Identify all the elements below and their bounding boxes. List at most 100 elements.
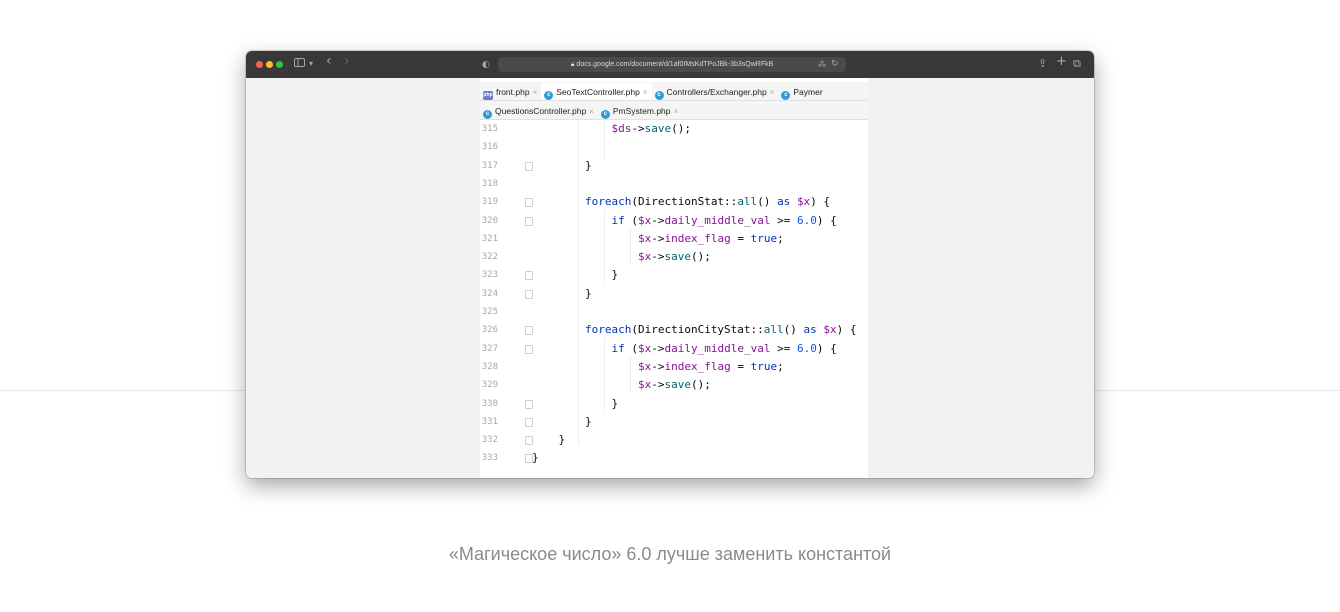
editor-tab[interactable]: c Paymer [778, 83, 826, 100]
code-token: ) { [836, 323, 857, 337]
translate-icon[interactable]: ⁂ [818, 58, 826, 72]
editor-tab-label: front.php [496, 87, 530, 97]
close-tab-icon[interactable]: × [770, 88, 775, 97]
code-line: 333} [480, 449, 868, 467]
code-text: } [532, 157, 592, 175]
address-bar[interactable]: 🔒︎ docs.google.com/document/d/1af0IMsKdTP… [498, 57, 846, 72]
code-token: } [532, 268, 619, 282]
code-token: $x [637, 378, 652, 392]
browser-window: ▾ ‹ › ◐ 🔒︎ docs.google.com/document/d/1af… [246, 51, 1094, 478]
code-text: $x->index_flag = true; [532, 358, 784, 376]
code-token: 6.0 [796, 341, 817, 355]
code-token: } [532, 286, 592, 300]
code-token: -> [651, 341, 665, 355]
code-token: save [664, 378, 691, 392]
editor-tabs-row-2: c QuestionsController.php × c PmSystem.php × [480, 101, 868, 120]
line-number: 330 [481, 398, 498, 409]
back-button[interactable]: ‹ [326, 54, 332, 68]
editor-tab-label: SeoTextController.php [556, 87, 640, 97]
code-token: index_flag [664, 231, 731, 245]
maximize-window-button[interactable] [276, 61, 283, 68]
code-token: ; [777, 359, 784, 373]
code-token: 6.0 [796, 213, 817, 227]
chevron-down-icon[interactable]: ▾ [309, 57, 313, 71]
close-tab-icon[interactable]: × [589, 107, 594, 116]
editor-tab[interactable]: c QuestionsController.php × [480, 102, 598, 119]
code-line: 316 [480, 138, 868, 156]
code-token: (); [690, 378, 711, 392]
line-number: 323 [481, 270, 498, 281]
line-number: 319 [481, 197, 498, 208]
line-number: 326 [481, 325, 498, 336]
lock-icon: 🔒︎ [570, 61, 575, 68]
code-line: 320 if ($x->daily_middle_val >= 6.0) { [480, 212, 868, 230]
code-text: $x->save(); [532, 376, 711, 394]
code-token: -> [651, 213, 665, 227]
code-editor: 315 $ds->save(); 316 317 } 318 319 foreach(D… [480, 120, 868, 478]
code-token: if [611, 213, 625, 227]
line-number: 322 [481, 252, 498, 263]
code-text: foreach(DirectionStat::all() as $x) { [532, 193, 830, 211]
code-text: $ds->save(); [532, 120, 691, 138]
code-token: $x [823, 323, 837, 337]
close-window-button[interactable] [256, 61, 263, 68]
editor-tab[interactable]: c PmSystem.php × [598, 102, 682, 119]
code-token: foreach [584, 323, 632, 337]
new-tab-icon[interactable]: + [1056, 55, 1067, 69]
code-token: save [644, 122, 672, 135]
code-token: (); [690, 250, 711, 264]
code-line: 322 $x->save(); [480, 248, 868, 266]
code-token: $x [637, 231, 652, 245]
code-line: 330 } [480, 395, 868, 413]
code-token: save [664, 250, 691, 264]
reload-icon[interactable]: ↻ [831, 57, 839, 71]
code-token: } [532, 396, 619, 410]
code-token: foreach [584, 195, 632, 209]
code-token: (DirectionCityStat:: [631, 323, 764, 337]
code-line: 315 $ds->save(); [480, 120, 868, 138]
tab-overview-icon[interactable]: ⧉ [1073, 57, 1081, 71]
browser-toolbar: ▾ ‹ › ◐ 🔒︎ docs.google.com/document/d/1af… [246, 51, 1094, 78]
code-token: all [737, 195, 758, 209]
close-tab-icon[interactable]: × [674, 107, 679, 116]
code-token: -> [631, 122, 645, 135]
forward-button[interactable]: › [344, 54, 350, 68]
code-token: $x [637, 359, 652, 373]
line-number: 329 [481, 380, 498, 391]
close-tab-icon[interactable]: × [533, 88, 538, 97]
caption: «Магическое число» 6.0 лучше заменить ко… [448, 544, 892, 564]
minimize-window-button[interactable] [266, 61, 273, 68]
privacy-shield-icon[interactable]: ◐ [482, 58, 490, 72]
code-line: 323 } [480, 266, 868, 284]
class-icon: c [654, 91, 664, 100]
code-token: } [532, 451, 539, 465]
editor-tab[interactable]: c SeoTextController.php × [541, 83, 652, 100]
code-text: if ($x->daily_middle_val >= 6.0) { [532, 212, 836, 230]
code-line: 332 } [480, 431, 868, 449]
share-icon[interactable]: ⇪ [1038, 57, 1047, 71]
code-token: ( [624, 341, 638, 355]
sidebar-toggle-icon[interactable] [294, 57, 305, 71]
code-token: ( [624, 213, 638, 227]
code-line: 324 } [480, 285, 868, 303]
code-token: $x [796, 195, 811, 209]
editor-tab[interactable]: php front.php × [480, 83, 541, 100]
code-token: all [763, 323, 784, 337]
close-tab-icon[interactable]: × [643, 88, 648, 97]
code-text: } [532, 449, 539, 467]
url-text: docs.google.com/document/d/1af0IMsKdTPoJ… [576, 61, 774, 68]
code-token: -> [651, 378, 665, 392]
code-token: -> [651, 231, 665, 245]
code-text: if ($x->daily_middle_val >= 6.0) { [532, 340, 836, 358]
ide-screenshot: php front.php × c SeoTextController.php × c Con… [480, 78, 868, 478]
code-token: true [750, 359, 778, 373]
editor-tab[interactable]: c Controllers/Exchanger.php × [652, 83, 779, 100]
code-text: foreach(DirectionCityStat::all() as $x) … [532, 321, 857, 339]
line-number: 315 [481, 124, 498, 134]
